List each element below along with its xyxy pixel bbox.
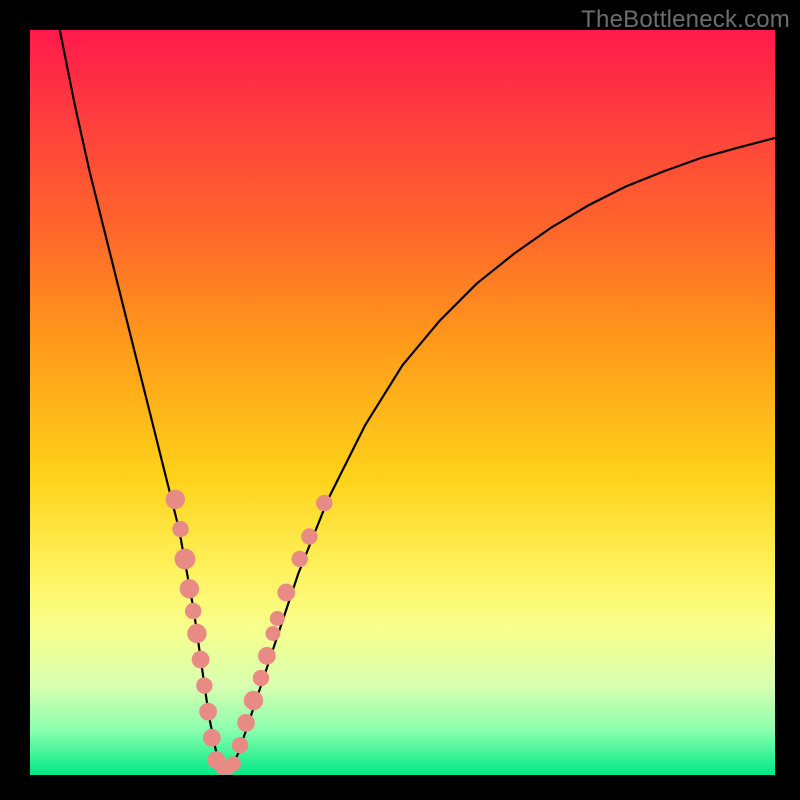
scatter-dot	[292, 551, 308, 567]
scatter-dot	[237, 714, 255, 732]
scatter-dot	[253, 670, 269, 686]
scatter-dots	[166, 490, 333, 775]
scatter-dot	[192, 651, 210, 669]
scatter-dot	[316, 495, 332, 511]
scatter-dot	[185, 603, 201, 619]
scatter-dot	[226, 756, 241, 771]
chart-svg	[30, 30, 775, 775]
scatter-dot	[203, 729, 221, 747]
scatter-dot	[301, 528, 317, 544]
scatter-dot	[232, 737, 248, 753]
scatter-dot	[244, 691, 263, 710]
scatter-dot	[270, 611, 285, 626]
scatter-dot	[265, 626, 280, 641]
scatter-dot	[258, 647, 276, 665]
scatter-dot	[172, 521, 188, 537]
plot-area	[30, 30, 775, 775]
bottleneck-curve	[60, 30, 775, 768]
scatter-dot	[180, 579, 199, 598]
scatter-dot	[196, 677, 212, 693]
scatter-dot	[277, 584, 295, 602]
scatter-dot	[166, 490, 185, 509]
scatter-dot	[175, 549, 196, 570]
scatter-dot	[199, 703, 217, 721]
scatter-dot	[187, 624, 206, 643]
chart-frame: TheBottleneck.com	[0, 0, 800, 800]
